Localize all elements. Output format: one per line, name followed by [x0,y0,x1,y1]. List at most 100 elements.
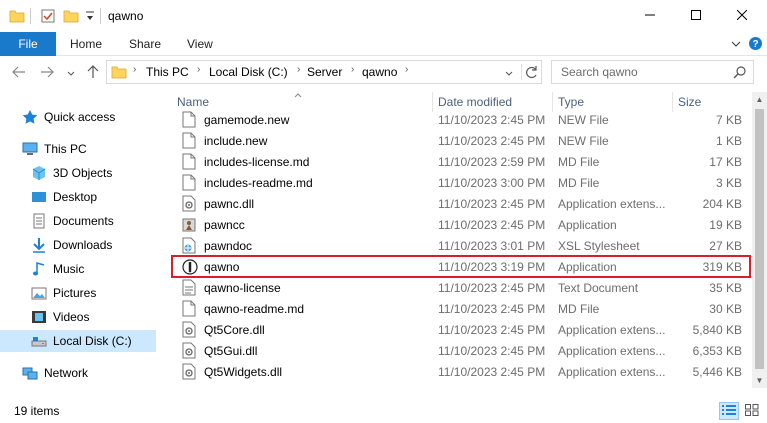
sidebar-item-local-disk[interactable]: Local Disk (C:) [0,330,156,352]
tab-view[interactable]: View [187,32,213,56]
customize-toolbar-icon[interactable] [85,9,95,26]
sidebar-item-label: Desktop [53,190,98,204]
table-row[interactable]: Qt5Core.dll 11/10/2023 2:45 PM Application… [172,319,750,340]
dll-icon [182,363,196,380]
column-header-date[interactable]: Date modified [438,95,512,109]
file-date-modified: 11/10/2023 2:45 PM [438,302,546,316]
breadcrumb-local-disk[interactable]: Local Disk (C:) [209,65,288,79]
file-name: Qt5Core.dll [204,323,265,337]
sidebar-item-videos[interactable]: Videos [31,306,89,328]
table-row[interactable]: qawno 11/10/2023 3:19 PM Application 319 KB [171,255,751,278]
recent-locations-button[interactable] [62,64,80,82]
scroll-up-arrow-icon[interactable]: ▲ [752,92,767,107]
large-icons-view-button[interactable] [742,402,762,420]
breadcrumb-separator-icon[interactable]: › [197,64,200,75]
file-list: gamemode.new 11/10/2023 2:45 PM NEW File 7 … [166,109,754,387]
table-row[interactable]: pawncc 11/10/2023 2:45 PM Application 19 KB [172,214,750,235]
back-button[interactable] [10,64,28,82]
sidebar-item-label: Documents [53,214,114,228]
table-row[interactable]: Qt5Gui.dll 11/10/2023 2:45 PM Application … [172,340,750,361]
file-icon [182,153,196,170]
up-button[interactable] [84,64,102,82]
column-header-name[interactable]: Name [177,95,209,109]
column-header-size[interactable]: Size [678,95,701,109]
refresh-icon[interactable] [525,64,539,83]
search-box[interactable] [551,60,754,84]
sidebar-item-desktop[interactable]: Desktop [31,186,97,208]
file-icon [182,132,196,149]
chevron-down-icon [67,65,75,81]
sidebar-item-3d-objects[interactable]: 3D Objects [31,162,112,184]
search-icon[interactable] [733,65,747,82]
sidebar-item-documents[interactable]: Documents [31,210,114,232]
pictures-icon [31,285,47,301]
file-name: pawncc [204,218,245,232]
tab-share[interactable]: Share [129,32,161,56]
table-row[interactable]: qawno-license 11/10/2023 2:45 PM Text Docu… [172,277,750,298]
file-type: MD File [558,302,600,316]
details-view-icon [722,404,736,419]
scroll-down-arrow-icon[interactable]: ▼ [752,373,767,388]
scrollbar-thumb[interactable] [755,109,764,369]
file-icon [182,111,196,128]
file-date-modified: 11/10/2023 2:45 PM [438,113,546,127]
dll-icon [182,195,196,212]
file-name: qawno-readme.md [204,302,305,316]
sidebar-item-quick-access[interactable]: Quick access [22,106,115,128]
sidebar-item-label: Pictures [53,286,97,300]
sidebar-item-downloads[interactable]: Downloads [31,234,112,256]
breadcrumb-separator-icon[interactable]: › [351,64,354,75]
sidebar-item-music[interactable]: Music [31,258,84,280]
dll-icon [182,342,196,359]
vertical-scrollbar[interactable]: ▲ ▼ [752,92,767,388]
table-row[interactable]: Qt5Widgets.dll 11/10/2023 2:45 PM Applicat… [172,361,750,382]
maximize-icon [691,9,701,23]
file-name: qawno-license [204,281,281,295]
divider [521,64,522,80]
breadcrumb-server[interactable]: Server [307,65,342,79]
help-icon[interactable]: ? [748,36,763,54]
maximize-button[interactable] [673,0,719,32]
table-row[interactable]: gamemode.new 11/10/2023 2:45 PM NEW File 7 … [172,109,750,130]
file-size: 319 KB [702,260,742,274]
expand-ribbon-icon[interactable] [730,36,742,55]
table-row[interactable]: qawno-readme.md 11/10/2023 2:45 PM MD File… [172,298,750,319]
details-view-button[interactable] [719,402,739,420]
tab-home[interactable]: Home [70,32,102,56]
breadcrumb-separator-icon[interactable]: › [133,64,136,75]
table-row[interactable]: includes-readme.md 11/10/2023 3:00 PM MD F… [172,172,750,193]
minimize-button[interactable] [627,0,673,32]
close-button[interactable] [719,0,765,32]
column-header-type[interactable]: Type [558,95,584,109]
new-folder-icon[interactable] [63,8,79,27]
search-input[interactable] [561,65,721,79]
breadcrumb-qawno[interactable]: qawno [362,65,397,79]
arrow-right-icon [40,65,54,81]
breadcrumb-separator-icon[interactable]: › [297,64,300,75]
file-size: 17 KB [709,155,742,169]
arrow-left-icon [12,65,26,81]
window-title: qawno [108,9,144,23]
table-row[interactable]: pawndoc 11/10/2023 3:01 PM XSL Stylesheet 2… [172,235,750,256]
breadcrumb-separator-icon[interactable]: › [405,64,408,75]
forward-button[interactable] [38,64,56,82]
tab-file[interactable]: File [0,32,56,56]
sidebar-item-label: Local Disk (C:) [53,334,132,348]
sidebar-item-this-pc[interactable]: This PC [22,138,87,160]
sidebar-item-network[interactable]: Network [22,362,88,384]
table-row[interactable]: pawnc.dll 11/10/2023 2:45 PM Application e… [172,193,750,214]
file-icon [182,300,196,317]
title-bar: qawno [0,0,767,32]
sort-ascending-icon [294,87,302,101]
breadcrumb-this-pc[interactable]: This PC [146,65,189,79]
table-row[interactable]: includes-license.md 11/10/2023 2:59 PM MD … [172,151,750,172]
close-icon [736,9,748,23]
video-icon [31,309,47,325]
properties-icon[interactable] [40,8,56,27]
address-bar[interactable]: › This PC › Local Disk (C:) › Server › q… [106,60,542,84]
address-history-icon[interactable] [505,67,513,81]
sidebar-item-pictures[interactable]: Pictures [31,282,96,304]
table-row[interactable]: include.new 11/10/2023 2:45 PM NEW File 1 K… [172,130,750,151]
status-bar: 19 items [0,398,767,423]
file-size: 7 KB [715,113,742,127]
